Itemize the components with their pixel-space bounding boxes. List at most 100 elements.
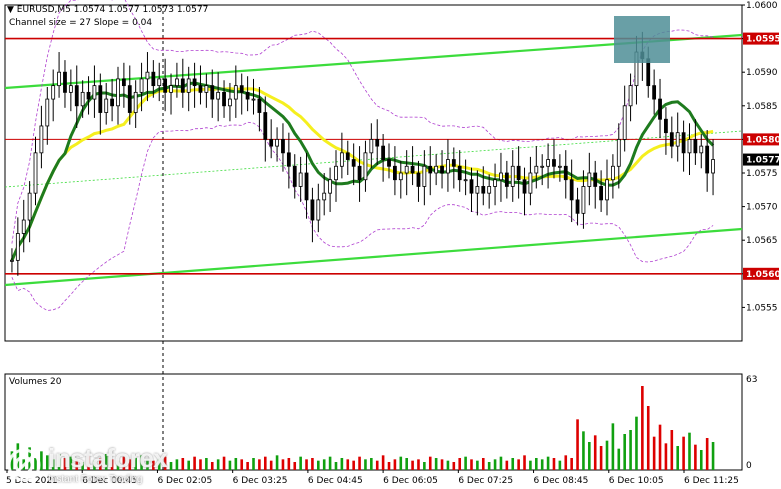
candle-body — [546, 159, 550, 167]
candle-body — [711, 159, 715, 174]
candle-body — [39, 125, 44, 154]
volume-bar-94 — [564, 455, 568, 470]
candle-body — [681, 132, 686, 154]
candle-body — [687, 138, 692, 154]
volume-bar-100 — [599, 446, 603, 470]
candle-body — [15, 233, 20, 261]
volume-bar-81 — [487, 462, 491, 470]
volume-bar-73 — [440, 459, 444, 470]
candle-body — [610, 165, 615, 181]
candle-body — [198, 85, 203, 93]
price-tick-label-0: 1.0600 — [746, 1, 778, 11]
candle-body — [699, 145, 704, 154]
volume-bar-43 — [263, 456, 267, 470]
volume-bar-31 — [193, 456, 196, 470]
price-tick-label-7: 1.0565 — [746, 236, 778, 246]
candle-body — [139, 78, 144, 93]
candle-body — [493, 179, 497, 187]
volume-bar-29 — [181, 458, 185, 470]
volume-bar-40 — [246, 462, 249, 470]
channel-info: Channel size = 27 Slope = 0.04 — [9, 18, 153, 28]
candle-body — [228, 98, 232, 107]
volume-bar-91 — [546, 456, 550, 470]
volume-bar-63 — [381, 455, 385, 470]
candle-body — [563, 165, 568, 181]
time-tick-label-9: 6 Dec 11:25 — [684, 476, 739, 486]
volume-bar-70 — [423, 462, 426, 470]
candle-body — [63, 71, 67, 93]
volume-bar-35 — [216, 459, 220, 470]
volume-bar-88 — [529, 460, 532, 470]
candle-body — [121, 78, 126, 87]
candle-body — [469, 179, 474, 194]
watermark-tagline: Instant Forex Trading — [48, 474, 143, 485]
level-price-tag-2: 1.0560 — [746, 270, 781, 280]
candle-body — [345, 152, 350, 160]
candle-body — [298, 172, 303, 187]
candle-body — [27, 192, 32, 221]
candle-body — [116, 78, 120, 107]
volume-bar-78 — [470, 459, 473, 470]
highlight-box — [614, 16, 670, 63]
volume-bar-32 — [199, 459, 202, 470]
candle-body — [98, 85, 103, 113]
volume-bar-109 — [652, 436, 656, 470]
candle-body — [475, 186, 480, 194]
candle-body — [10, 259, 14, 262]
candle-body — [127, 85, 132, 113]
volume-bar-47 — [287, 458, 291, 470]
volume-bar-105 — [629, 430, 632, 470]
volume-bar-41 — [252, 458, 255, 470]
volume-bar-38 — [234, 458, 238, 470]
collapse-arrow-icon[interactable]: ▼ — [7, 5, 14, 15]
candle-body — [57, 71, 61, 87]
candle-body — [404, 165, 409, 174]
volume-bar-57 — [346, 459, 350, 470]
volume-bar-44 — [269, 460, 273, 470]
candle-body — [33, 152, 38, 194]
volume-bar-42 — [258, 459, 261, 470]
candle-body — [398, 172, 403, 181]
volume-bar-92 — [552, 458, 556, 470]
volume-bar-97 — [582, 431, 585, 470]
volume-bar-93 — [558, 460, 562, 470]
volume-bar-89 — [535, 458, 538, 470]
volume-bar-110 — [658, 424, 662, 470]
volume-bar-102 — [611, 423, 615, 470]
volume-bar-76 — [458, 458, 462, 470]
volume-bar-84 — [505, 460, 509, 470]
candle-body — [322, 192, 327, 201]
candle-body — [557, 165, 562, 168]
candle-body — [375, 138, 380, 147]
volume-bar-114 — [682, 436, 685, 470]
volume-bar-55 — [334, 462, 338, 470]
candle-body — [68, 85, 73, 93]
volume-bar-106 — [635, 416, 638, 470]
candle-body — [80, 91, 85, 107]
level-price-tag-1: 1.0580 — [746, 135, 781, 145]
volume-bar-36 — [222, 456, 226, 470]
candle-body — [534, 165, 539, 174]
candle-body — [334, 165, 338, 181]
candle-body — [286, 152, 291, 167]
candle-body — [192, 78, 197, 87]
candle-body — [92, 85, 97, 100]
symbol-quote: EURUSD,M5 1.0574 1.0577 1.0573 1.0577 — [16, 5, 209, 15]
candle-body — [446, 159, 450, 174]
volume-bar-83 — [499, 456, 503, 470]
price-chart[interactable]: 1.0600 1.0595 1.0590 1.0585 1.0580 1.0575 1.05… — [0, 0, 781, 489]
volume-bar-48 — [293, 462, 297, 470]
candle-body — [180, 78, 185, 93]
volume-bar-85 — [511, 458, 515, 470]
candle-body — [204, 85, 209, 93]
candle-body — [658, 98, 662, 120]
candle-body — [45, 98, 50, 127]
volume-bar-34 — [210, 462, 214, 470]
price-tick-label-5: 1.0575 — [746, 169, 778, 179]
candle-body — [463, 179, 468, 182]
candle-body — [275, 138, 279, 147]
candle-body — [528, 172, 533, 194]
volume-bar-61 — [370, 458, 373, 470]
candle-body — [499, 172, 503, 181]
candle-body — [216, 91, 221, 100]
